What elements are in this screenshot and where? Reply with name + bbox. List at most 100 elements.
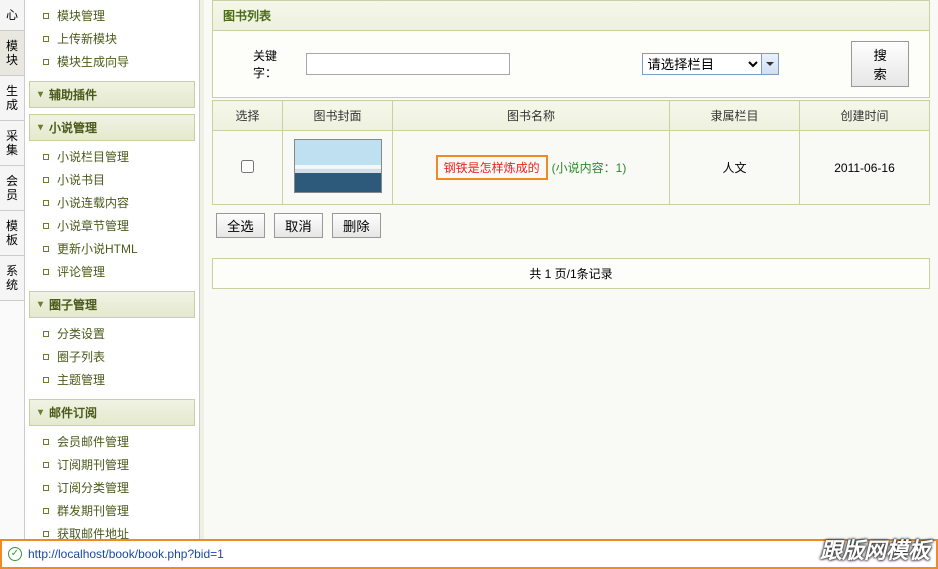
- sidebar-item[interactable]: 订阅期刊管理: [29, 453, 195, 476]
- search-button[interactable]: 搜 索: [851, 41, 909, 87]
- sidebar-item-label: 评论管理: [57, 263, 105, 280]
- bullet-icon: [43, 269, 49, 275]
- delete-button[interactable]: 删除: [332, 213, 381, 238]
- bullet-icon: [43, 439, 49, 445]
- row-checkbox[interactable]: [241, 160, 254, 173]
- sidebar-item-label: 圈子列表: [57, 348, 105, 365]
- sidebar-item-label: 订阅期刊管理: [57, 456, 129, 473]
- book-table: 选择 图书封面 图书名称 隶属栏目 创建时间 钢铁是怎样炼成的(小说内容：1) …: [212, 100, 930, 205]
- bullet-icon: [43, 377, 49, 383]
- left-tab-item[interactable]: 系统: [0, 256, 24, 301]
- th-name: 图书名称: [393, 101, 670, 131]
- sidebar: 模块管理 上传新模块 模块生成向导 ▾ 辅助插件 ▾ 小说管理 小说栏目管理 小说书…: [25, 0, 200, 539]
- sidebar-item-label: 模块管理: [57, 7, 105, 24]
- sidebar-item-label: 分类设置: [57, 325, 105, 342]
- th-date: 创建时间: [800, 101, 930, 131]
- book-cover-thumbnail[interactable]: [294, 139, 382, 193]
- sidebar-item-label: 小说书目: [57, 171, 105, 188]
- bullet-icon: [43, 59, 49, 65]
- th-cover: 图书封面: [283, 101, 393, 131]
- bullet-icon: [43, 462, 49, 468]
- bullet-icon: [43, 246, 49, 252]
- sidebar-item-label: 更新小说HTML: [57, 240, 138, 257]
- bullet-icon: [43, 177, 49, 183]
- sidebar-group-label: 邮件订阅: [49, 404, 97, 421]
- bullet-icon: [43, 485, 49, 491]
- th-select: 选择: [213, 101, 283, 131]
- sidebar-group-novel[interactable]: ▾ 小说管理: [29, 114, 195, 141]
- sidebar-item[interactable]: 分类设置: [29, 322, 195, 345]
- chevron-down-icon: ▾: [38, 407, 43, 418]
- bullet-icon: [43, 36, 49, 42]
- sidebar-item-label: 获取邮件地址: [57, 525, 129, 539]
- sidebar-item[interactable]: 小说栏目管理: [29, 145, 195, 168]
- select-all-button[interactable]: 全选: [216, 213, 265, 238]
- dropdown-icon[interactable]: [761, 53, 779, 75]
- sidebar-group-label: 圈子管理: [49, 296, 97, 313]
- pagination: 共 1 页/1条记录: [212, 258, 930, 289]
- sidebar-item[interactable]: 小说连载内容: [29, 191, 195, 214]
- left-tab-item[interactable]: 会员: [0, 166, 24, 211]
- panel-book-list: 图书列表 关键字： 请选择栏目 搜 索: [212, 0, 930, 98]
- keyword-label: 关键字：: [253, 47, 290, 81]
- sidebar-item[interactable]: 会员邮件管理: [29, 430, 195, 453]
- sidebar-item[interactable]: 订阅分类管理: [29, 476, 195, 499]
- sidebar-item-label: 主题管理: [57, 371, 105, 388]
- left-tab-strip: 心 模块 生成 采集 会员 模板 系统: [0, 0, 25, 539]
- sidebar-item-label: 模块生成向导: [57, 53, 129, 70]
- table-row: 钢铁是怎样炼成的(小说内容：1) 人文 2011-06-16: [213, 131, 930, 205]
- sidebar-item[interactable]: 圈子列表: [29, 345, 195, 368]
- search-row: 关键字： 请选择栏目 搜 索: [213, 31, 929, 97]
- panel-title: 图书列表: [213, 1, 929, 31]
- sidebar-item[interactable]: 获取邮件地址: [29, 522, 195, 539]
- bullet-icon: [43, 223, 49, 229]
- bullet-icon: [43, 531, 49, 537]
- sidebar-group-circle[interactable]: ▾ 圈子管理: [29, 291, 195, 318]
- book-title-link[interactable]: 钢铁是怎样炼成的: [436, 155, 548, 180]
- bullet-icon: [43, 354, 49, 360]
- cancel-button[interactable]: 取消: [274, 213, 323, 238]
- sidebar-item[interactable]: 评论管理: [29, 260, 195, 283]
- sidebar-item[interactable]: 群发期刊管理: [29, 499, 195, 522]
- sidebar-item[interactable]: 更新小说HTML: [29, 237, 195, 260]
- status-bar: ✓ http://localhost/book/book.php?bid=1: [0, 539, 938, 569]
- left-tab-item[interactable]: 采集: [0, 121, 24, 166]
- sidebar-item[interactable]: 模块生成向导: [29, 50, 195, 73]
- sidebar-item[interactable]: 主题管理: [29, 368, 195, 391]
- bullet-icon: [43, 13, 49, 19]
- sidebar-group-label: 辅助插件: [49, 86, 97, 103]
- bullet-icon: [43, 331, 49, 337]
- sidebar-item-label: 小说连载内容: [57, 194, 129, 211]
- sidebar-item-label: 群发期刊管理: [57, 502, 129, 519]
- sidebar-item[interactable]: 小说章节管理: [29, 214, 195, 237]
- th-category: 隶属栏目: [670, 101, 800, 131]
- sidebar-item-label: 订阅分类管理: [57, 479, 129, 496]
- sidebar-group-label: 小说管理: [49, 119, 97, 136]
- sidebar-item-label: 小说栏目管理: [57, 148, 129, 165]
- sidebar-item[interactable]: 上传新模块: [29, 27, 195, 50]
- left-tab-item[interactable]: 模块: [0, 31, 24, 76]
- column-select[interactable]: 请选择栏目: [642, 53, 762, 75]
- chevron-down-icon: ▾: [38, 89, 43, 100]
- sidebar-item[interactable]: 小说书目: [29, 168, 195, 191]
- sidebar-group-mail[interactable]: ▾ 邮件订阅: [29, 399, 195, 426]
- sidebar-group-plugin[interactable]: ▾ 辅助插件: [29, 81, 195, 108]
- book-meta: (小说内容：1): [552, 161, 627, 175]
- bullet-icon: [43, 154, 49, 160]
- left-tab-item[interactable]: 心: [0, 0, 24, 31]
- sidebar-item-label: 上传新模块: [57, 30, 117, 47]
- sidebar-item-label: 会员邮件管理: [57, 433, 129, 450]
- status-url-link[interactable]: http://localhost/book/book.php?bid=1: [28, 547, 224, 561]
- sidebar-item-label: 小说章节管理: [57, 217, 129, 234]
- chevron-down-icon: ▾: [38, 299, 43, 310]
- left-tab-item[interactable]: 模板: [0, 211, 24, 256]
- action-row: 全选 取消 删除: [212, 205, 930, 246]
- left-tab-item[interactable]: 生成: [0, 76, 24, 121]
- bullet-icon: [43, 200, 49, 206]
- check-icon: ✓: [8, 547, 22, 561]
- book-category: 人文: [670, 131, 800, 205]
- keyword-input[interactable]: [306, 53, 510, 75]
- chevron-down-icon: ▾: [38, 122, 43, 133]
- watermark: 跟版网模板: [820, 533, 930, 565]
- sidebar-item[interactable]: 模块管理: [29, 4, 195, 27]
